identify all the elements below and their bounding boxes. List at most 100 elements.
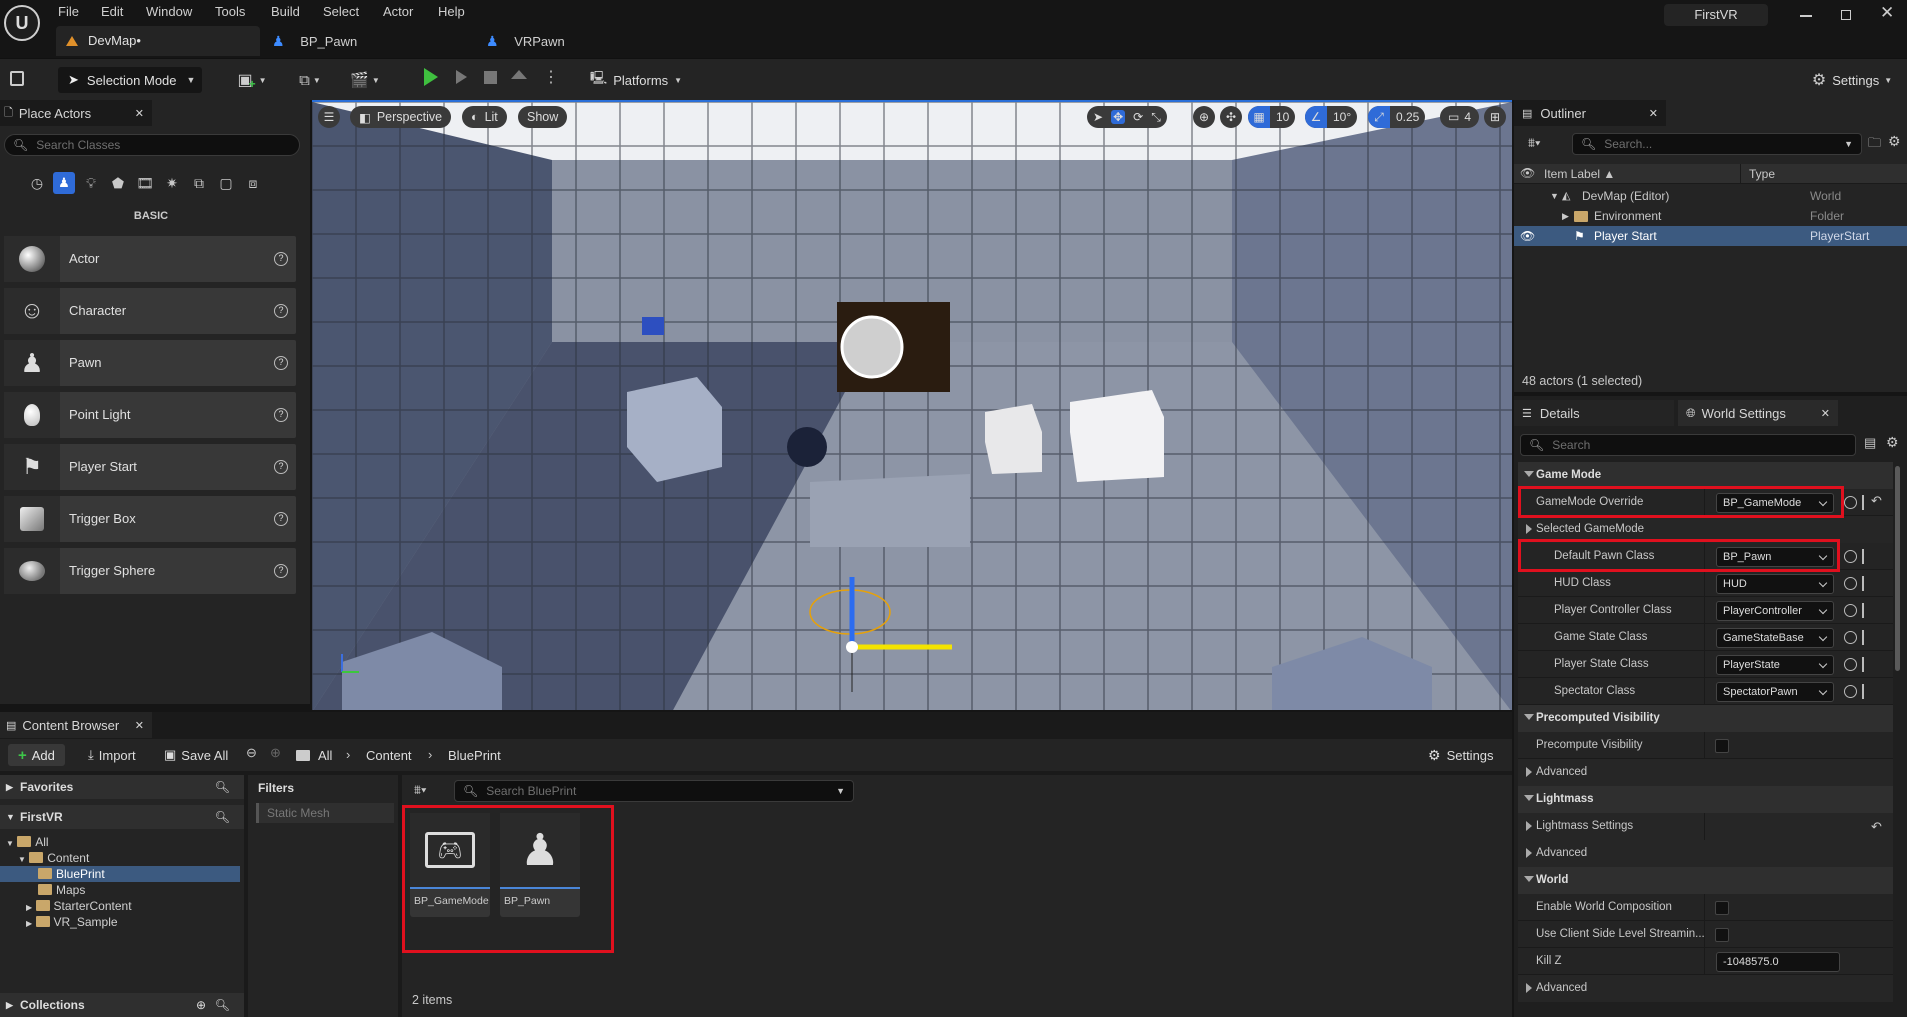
spectator-class-dropdown[interactable]: SpectatorPawn: [1716, 682, 1834, 702]
actor-item-character[interactable]: ☺ Character?: [4, 288, 296, 334]
help-icon[interactable]: ?: [274, 408, 288, 422]
volumes-category-icon[interactable]: ▢: [215, 172, 237, 194]
history-back-icon[interactable]: ⊖: [246, 745, 257, 761]
menu-select[interactable]: Select: [323, 1, 359, 23]
reset-to-default-icon[interactable]: ↶: [1871, 813, 1882, 840]
tree-item-blueprint[interactable]: BluePrint: [0, 866, 240, 882]
browse-icon[interactable]: [1844, 550, 1857, 563]
surface-snap-icon[interactable]: ✣: [1220, 106, 1242, 128]
asset-search-input[interactable]: 🔍︎ Search BluePrint ▼: [454, 780, 854, 802]
scale-tool-icon[interactable]: ⤡: [1151, 110, 1161, 125]
filter-icon[interactable]: ⩩▾: [414, 782, 426, 798]
restore-icon[interactable]: [1841, 10, 1851, 20]
menu-edit[interactable]: Edit: [101, 1, 123, 23]
add-button[interactable]: + Add: [8, 744, 65, 766]
show-button[interactable]: Show: [518, 106, 568, 128]
tree-item-content[interactable]: ▼ Content: [18, 850, 89, 866]
outliner-settings-icon[interactable]: ⚙: [1888, 133, 1901, 150]
property-matrix-icon[interactable]: ▤: [1864, 435, 1876, 451]
unreal-logo-icon[interactable]: U: [4, 5, 40, 41]
play-icon[interactable]: [424, 68, 438, 86]
actor-item-player-start[interactable]: ⚑ Player Start?: [4, 444, 296, 490]
doc-tab-bp-pawn[interactable]: ♟ BP_Pawn: [272, 28, 452, 54]
expand-arrow-icon[interactable]: ▼: [1550, 186, 1559, 206]
save-icon[interactable]: [10, 71, 24, 86]
search-icon[interactable]: 🔍︎: [215, 805, 230, 829]
enable-world-composition-checkbox[interactable]: [1715, 901, 1729, 915]
selection-mode-dropdown[interactable]: ➤ Selection Mode ▼: [58, 67, 202, 93]
add-collection-icon[interactable]: ⊕: [196, 993, 206, 1017]
browse-icon[interactable]: [1844, 685, 1857, 698]
details-tab[interactable]: ☰ Details: [1514, 400, 1674, 426]
type-header[interactable]: Type: [1740, 164, 1775, 184]
tree-item-all[interactable]: ▼ All: [6, 834, 49, 850]
tree-item-maps[interactable]: Maps: [38, 882, 85, 898]
grid-snap-button[interactable]: ▦ 10: [1248, 106, 1296, 128]
add-content-button[interactable]: ▣ + ▼: [232, 67, 272, 93]
actor-item-pawn[interactable]: ♟ Pawn?: [4, 340, 296, 386]
category-lightmass[interactable]: Lightmass: [1518, 786, 1893, 813]
category-game-mode[interactable]: Game Mode: [1518, 462, 1893, 489]
search-icon[interactable]: 🔍︎: [215, 775, 230, 799]
category-world[interactable]: World: [1518, 867, 1893, 894]
category-precomputed-visibility[interactable]: Precomputed Visibility: [1518, 705, 1893, 732]
tree-item-startercontent[interactable]: ▶ StarterContent: [26, 898, 132, 914]
player-controller-class-dropdown[interactable]: PlayerController: [1716, 601, 1834, 621]
scale-snap-button[interactable]: ⤢ 0.25: [1368, 106, 1426, 128]
visibility-eye-icon[interactable]: 👁︎: [1520, 226, 1535, 246]
outliner-row[interactable]: ▶ Environment Folder: [1514, 206, 1907, 226]
world-settings-tab[interactable]: 🌐︎ World Settings ✕: [1678, 400, 1838, 426]
outliner-tab[interactable]: ▤ Outliner ✕: [1514, 100, 1666, 126]
camera-speed-button[interactable]: ▭ 4: [1440, 106, 1480, 128]
stop-icon[interactable]: [484, 71, 497, 84]
collections-header[interactable]: ▶ Collections ⊕ 🔍︎: [0, 993, 244, 1017]
outliner-search-input[interactable]: 🔍︎ Search... ▼: [1572, 133, 1862, 155]
platforms-dropdown[interactable]: 🖳 Platforms ▼: [586, 67, 686, 93]
filter-chip-static-mesh[interactable]: Static Mesh: [256, 803, 394, 823]
doc-tab-devmap[interactable]: DevMap•: [56, 26, 260, 56]
viewport-layout-icon[interactable]: ⊞: [1484, 106, 1506, 128]
search-icon[interactable]: 🔍︎: [215, 993, 230, 1017]
player-state-class-dropdown[interactable]: PlayerState: [1716, 655, 1834, 675]
browse-icon[interactable]: [1844, 658, 1857, 671]
cinematic-category-icon[interactable]: 🎞︎: [134, 172, 156, 194]
minimize-icon[interactable]: [1800, 15, 1812, 17]
help-icon[interactable]: ?: [274, 304, 288, 318]
menu-window[interactable]: Window: [146, 1, 192, 23]
close-tab-icon[interactable]: ✕: [135, 719, 144, 732]
lightmass-advanced-toggle[interactable]: Advanced: [1518, 840, 1893, 867]
world-advanced-toggle[interactable]: Advanced: [1518, 975, 1893, 1002]
toolbar-settings-button[interactable]: ⚙ Settings ▼: [1800, 67, 1904, 93]
save-all-button[interactable]: ▣ Save All: [164, 744, 228, 766]
menu-actor[interactable]: Actor: [383, 1, 413, 23]
step-icon[interactable]: [456, 70, 467, 84]
move-tool-icon[interactable]: ✥: [1111, 110, 1126, 124]
reset-to-default-icon[interactable]: ↶: [1871, 493, 1882, 509]
browse-icon[interactable]: [1844, 604, 1857, 617]
more-options-icon[interactable]: ⋮: [543, 67, 559, 87]
recent-icon[interactable]: ◷: [26, 172, 48, 194]
favorites-header[interactable]: ▶ Favorites 🔍︎: [0, 775, 244, 799]
tree-item-vr-sample[interactable]: ▶ VR_Sample: [26, 914, 118, 930]
item-label-header[interactable]: Item Label ▲: [1544, 167, 1615, 181]
breadcrumb-content[interactable]: Content: [366, 748, 412, 763]
game-state-class-dropdown[interactable]: GameStateBase: [1716, 628, 1834, 648]
breadcrumb-all[interactable]: All: [318, 748, 332, 763]
hud-class-dropdown[interactable]: HUD: [1716, 574, 1834, 594]
add-folder-icon[interactable]: 🗀: [1868, 134, 1881, 156]
browse-icon[interactable]: [1844, 496, 1857, 509]
actor-item-actor[interactable]: Actor?: [4, 236, 296, 282]
place-actors-tab[interactable]: 🗋 Place Actors ✕: [0, 100, 152, 126]
select-tool-icon[interactable]: ➤: [1093, 110, 1103, 124]
cinematics-button[interactable]: 🎬 ▼: [344, 67, 386, 93]
close-tab-icon[interactable]: ✕: [135, 107, 144, 120]
kill-z-input[interactable]: -1048575.0: [1716, 952, 1840, 972]
help-icon[interactable]: ?: [274, 564, 288, 578]
doc-tab-vrpawn[interactable]: ♟ VRPawn: [486, 28, 666, 54]
close-window-icon[interactable]: ✕: [1880, 3, 1894, 23]
blueprints-button[interactable]: ⧉ ▼: [290, 67, 330, 93]
geometry-category-icon[interactable]: ⧉: [188, 172, 210, 194]
details-settings-icon[interactable]: ⚙: [1886, 434, 1899, 451]
help-icon[interactable]: ?: [274, 512, 288, 526]
menu-file[interactable]: File: [58, 1, 79, 23]
